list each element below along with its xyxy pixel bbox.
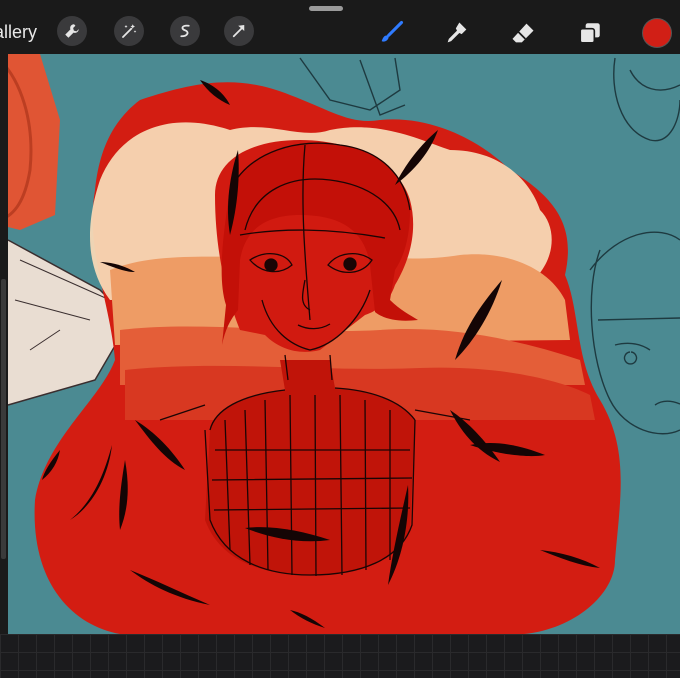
- layers-button[interactable]: [573, 16, 607, 50]
- color-picker-button[interactable]: [643, 19, 671, 47]
- brush-icon: [381, 20, 404, 42]
- transform-button[interactable]: [224, 16, 254, 46]
- wrench-icon: [65, 24, 79, 38]
- selection-icon: [180, 24, 190, 38]
- eraser-tool-button[interactable]: [506, 16, 540, 50]
- brush-tool-button[interactable]: [374, 16, 408, 50]
- adjustments-button[interactable]: [114, 16, 144, 46]
- brush-size-slider[interactable]: [1, 279, 6, 559]
- left-sidebar: [0, 54, 8, 634]
- layers-icon: [579, 23, 600, 44]
- eraser-icon: [512, 23, 534, 43]
- magic-wand-icon: [122, 24, 137, 38]
- artwork: [0, 54, 680, 634]
- gallery-button[interactable]: allery: [0, 22, 37, 43]
- transform-arrow-icon: [232, 25, 245, 38]
- smudge-tool-button[interactable]: [440, 16, 474, 50]
- toolbar-drag-handle[interactable]: [309, 6, 343, 11]
- bottom-area: [0, 634, 680, 678]
- selection-button[interactable]: [170, 16, 200, 46]
- drawing-canvas[interactable]: [0, 54, 680, 634]
- smudge-icon: [447, 22, 467, 43]
- actions-button[interactable]: [57, 16, 87, 46]
- top-toolbar: allery: [0, 0, 680, 54]
